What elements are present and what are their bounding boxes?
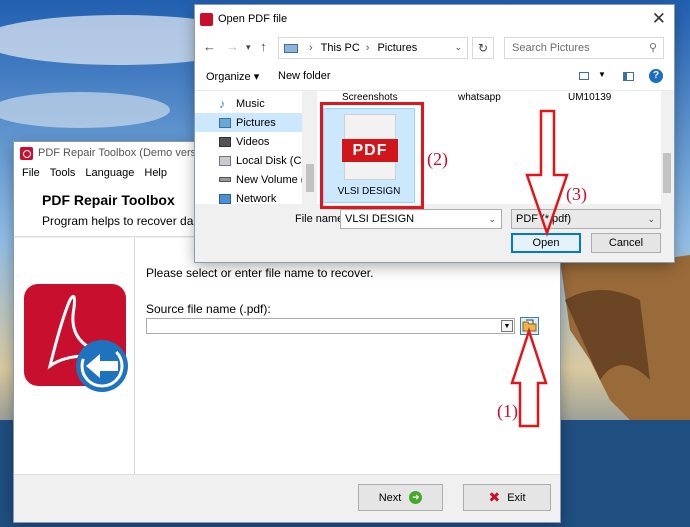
- nav-item-label: New Volume (D:): [236, 173, 302, 186]
- chevron-down-icon[interactable]: ▼: [501, 320, 513, 332]
- dialog-command-bar: Organize ▾ New folder ▼ ?: [195, 63, 674, 91]
- back-arrow-icon[interactable]: ←: [203, 39, 216, 54]
- music-note-icon: ♪: [219, 96, 225, 111]
- file-name-input[interactable]: VLSI DESIGN ⌄: [340, 209, 502, 229]
- search-placeholder: Search Pictures: [512, 42, 590, 54]
- menu-file[interactable]: File: [22, 167, 40, 179]
- preview-pane-icon[interactable]: [623, 72, 634, 81]
- browse-file-button[interactable]: [520, 317, 539, 335]
- dialog-navbar: ← → ▾ ↑ › This PC › Pictures ⌄ ↻ Search …: [195, 33, 674, 63]
- annotation-step-1: (1): [497, 401, 518, 421]
- app-footer: Next ➜ ✖ Exit: [14, 474, 560, 522]
- organize-menu[interactable]: Organize ▾: [206, 70, 259, 83]
- nav-item-new-volume[interactable]: New Volume (D:): [195, 170, 302, 189]
- network-icon: [219, 193, 231, 204]
- annotation-step-2: (2): [427, 149, 448, 169]
- up-arrow-icon[interactable]: ↑: [260, 39, 267, 54]
- nav-item-label: Network: [236, 192, 277, 205]
- chevron-down-icon[interactable]: ⌄: [454, 42, 462, 53]
- source-file-combobox[interactable]: ▼: [146, 318, 515, 334]
- nav-item-label: Local Disk (C:): [236, 154, 303, 167]
- file-type-value: PDF (*.pdf): [516, 213, 572, 225]
- search-input[interactable]: Search Pictures ⚲: [504, 37, 664, 59]
- menu-help[interactable]: Help: [144, 167, 167, 179]
- app-logo-icon: [20, 146, 33, 160]
- nav-item-local-disk[interactable]: Local Disk (C:): [195, 151, 302, 170]
- forward-arrow-icon[interactable]: →: [226, 39, 239, 54]
- recent-dropdown-icon[interactable]: ▾: [246, 42, 251, 53]
- annotation-highlight-box: [320, 102, 424, 209]
- app-logo-pane: [14, 238, 135, 474]
- address-bar[interactable]: › This PC › Pictures ⌄: [278, 37, 468, 59]
- chevron-down-icon[interactable]: ⌄: [488, 210, 496, 228]
- file-name-value: VLSI DESIGN: [345, 213, 415, 225]
- app-main-pane: Please select or enter file name to reco…: [135, 238, 560, 474]
- file-item-um10139[interactable]: UM10139: [568, 92, 611, 103]
- file-name-label: File name:: [295, 213, 347, 225]
- navigation-pane: ♪ Music Pictures Videos Local Disk (C:) …: [195, 91, 303, 204]
- chevron-down-icon[interactable]: ▼: [598, 70, 606, 79]
- annotation-step-3: (3): [566, 184, 587, 204]
- app-title: PDF Repair Toolbox (Demo version): [38, 147, 215, 159]
- videos-folder-icon: [219, 136, 231, 147]
- nav-item-label: Videos: [236, 135, 270, 148]
- arrow-right-icon: ➜: [409, 491, 423, 504]
- open-button[interactable]: Open: [511, 233, 581, 253]
- scrollbar-thumb[interactable]: [306, 164, 314, 192]
- nav-item-label: Music: [236, 97, 265, 110]
- refresh-icon[interactable]: ↻: [472, 37, 494, 59]
- exit-button-label: Exit: [507, 491, 526, 504]
- file-type-select[interactable]: PDF (*.pdf) ⌄: [511, 209, 661, 229]
- this-pc-icon: [284, 43, 298, 53]
- new-folder-button[interactable]: New folder: [278, 70, 331, 82]
- breadcrumb-this-pc[interactable]: This PC: [321, 42, 360, 54]
- select-file-prompt: Please select or enter file name to reco…: [146, 266, 374, 280]
- breadcrumb-pictures[interactable]: Pictures: [377, 42, 417, 54]
- source-file-label: Source file name (.pdf):: [146, 302, 271, 316]
- organize-label: Organize: [206, 71, 251, 83]
- nav-item-pictures[interactable]: Pictures: [195, 113, 302, 132]
- pictures-folder-icon: [219, 117, 231, 128]
- nav-item-label: Pictures: [236, 116, 276, 129]
- breadcrumb-separator-icon: ›: [365, 42, 370, 54]
- nav-pane-scrollbar[interactable]: [304, 91, 316, 204]
- open-folder-icon: [522, 319, 537, 332]
- dialog-app-icon: [200, 12, 213, 26]
- cancel-button[interactable]: Cancel: [591, 233, 661, 253]
- dialog-titlebar: Open PDF file: [195, 5, 674, 33]
- menu-tools[interactable]: Tools: [50, 167, 76, 179]
- nav-item-music[interactable]: ♪ Music: [195, 94, 302, 113]
- pdf-repair-logo-icon: [24, 284, 128, 392]
- nav-item-videos[interactable]: Videos: [195, 132, 302, 151]
- nav-item-network[interactable]: Network: [195, 189, 302, 204]
- dialog-title: Open PDF file: [218, 13, 288, 25]
- change-view-icon[interactable]: [579, 72, 589, 80]
- search-icon: ⚲: [648, 42, 657, 54]
- file-item-whatsapp[interactable]: whatsapp: [458, 92, 501, 103]
- help-icon[interactable]: ?: [649, 69, 663, 83]
- file-list-scrollbar[interactable]: [661, 91, 673, 204]
- exit-x-icon: ✖: [488, 489, 501, 505]
- next-button[interactable]: Next ➜: [358, 484, 443, 511]
- scrollbar-thumb[interactable]: [663, 153, 671, 193]
- next-button-label: Next: [378, 491, 402, 504]
- open-pdf-file-dialog: Open PDF file ✕ ← → ▾ ↑ › This PC › Pict…: [195, 5, 674, 262]
- chevron-down-icon[interactable]: ⌄: [647, 210, 655, 228]
- exit-button[interactable]: ✖ Exit: [463, 484, 551, 511]
- close-icon[interactable]: ✕: [652, 9, 666, 29]
- breadcrumb-separator-icon: ›: [309, 42, 313, 54]
- local-disk-icon: [219, 155, 231, 166]
- drive-icon: [219, 177, 231, 182]
- menu-language[interactable]: Language: [85, 167, 134, 179]
